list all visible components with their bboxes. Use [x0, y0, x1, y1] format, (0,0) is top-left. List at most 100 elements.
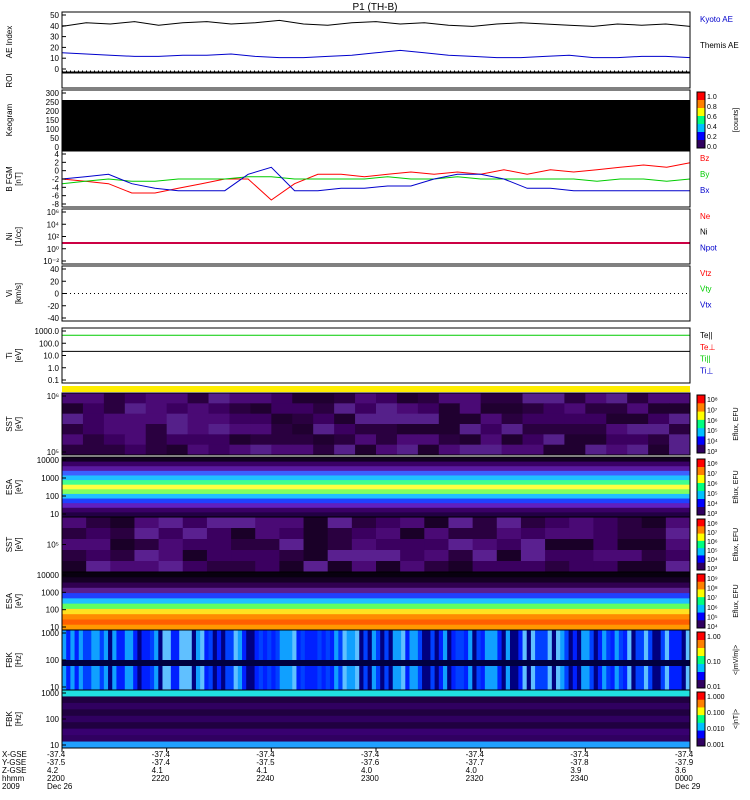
sst-elec-cell — [351, 561, 377, 573]
footer-row-label: 2009 — [2, 782, 20, 791]
ytick-esa_e: 100 — [46, 606, 60, 615]
sst-elec-cell — [158, 550, 184, 562]
sst-ion-cell — [271, 434, 293, 446]
sst-elec-cell — [569, 561, 594, 573]
colorbar-esa_e — [697, 574, 705, 583]
sst-elec-cell — [279, 550, 305, 562]
esa-ion-band — [62, 498, 690, 504]
colorbar-fbk_b — [697, 738, 705, 747]
legend-ni: Ni — [700, 228, 708, 237]
ytick-keogram: 150 — [46, 116, 60, 125]
sst-ion-cell — [187, 403, 210, 415]
sst-ion-cell — [585, 434, 607, 446]
colorbar-sst_e — [697, 540, 705, 549]
esa-elec-band — [62, 572, 690, 578]
sst-elec-cell — [62, 517, 87, 529]
keogram-fill — [62, 100, 690, 150]
colorbar-keogram — [697, 108, 705, 117]
quality-flag-bar — [62, 386, 690, 392]
colorbar-tick-esa_e: 10⁸ — [707, 586, 718, 593]
sst-ion-cell — [396, 403, 419, 415]
sst-elec-cell — [86, 517, 111, 529]
esa-elec-band — [62, 614, 690, 620]
sst-ion-cell — [124, 393, 147, 404]
fbk-b-band — [62, 728, 690, 736]
ytick-fbk_e: 100 — [46, 656, 60, 665]
ytick-ae: 20 — [50, 43, 59, 52]
legend-ti: Te⊥ — [700, 343, 715, 352]
colorbar-tick-esa_i: 10⁴ — [707, 501, 718, 508]
sst-elec-cell — [641, 561, 667, 573]
sst-ion-cell — [501, 413, 524, 425]
colorbar-sst_i — [697, 436, 705, 446]
sst-ion-cell — [648, 393, 670, 404]
sst-ion-cell — [124, 403, 147, 415]
colorbar-tick-sst_i: 10⁵ — [707, 428, 718, 435]
sst-elec-cell — [617, 539, 643, 551]
ytick-esa_e: 1000 — [41, 588, 59, 597]
sst-elec-cell — [327, 539, 353, 551]
sst-ion-cell — [606, 424, 628, 435]
sst-elec-cell — [496, 561, 522, 573]
sst-elec-cell — [545, 517, 570, 529]
sst-elec-cell — [231, 550, 256, 562]
colorbar-tick-sst_i: 10³ — [707, 449, 718, 456]
sst-elec-cell — [424, 561, 449, 573]
sst-ion-cell — [480, 403, 503, 415]
sst-elec-cell — [520, 550, 546, 562]
sst-ion-cell — [124, 413, 147, 425]
sst-elec-cell — [665, 517, 691, 529]
esa-ion-band — [62, 507, 690, 513]
colorbar-sst_i — [697, 403, 705, 413]
sst-elec-cell — [448, 550, 474, 562]
sst-ion-cell — [334, 413, 356, 425]
ylabel-esa_e: ESA — [5, 592, 14, 609]
ytick-keogram: 200 — [46, 107, 60, 116]
fbk-b-band — [62, 709, 690, 717]
legend-vi: Vty — [700, 285, 712, 294]
sst-elec-cell — [472, 550, 498, 562]
sst-elec-cell — [134, 539, 160, 551]
sst-ion-cell — [334, 444, 356, 456]
sst-ion-cell — [229, 413, 251, 425]
ytick-ti: 10.0 — [43, 352, 59, 361]
sst-elec-cell — [376, 528, 401, 540]
colorbar-esa_i — [697, 499, 705, 508]
sst-elec-cell — [376, 517, 401, 529]
sst-ion-cell — [271, 403, 293, 415]
sst-ion-cell — [292, 444, 314, 456]
sst-ion-cell — [62, 393, 84, 404]
sst-elec-cell — [182, 550, 208, 562]
colorbar-tick-sst_e: 10³ — [707, 566, 718, 573]
sst-ion-cell — [166, 393, 189, 404]
sst-ion-cell — [522, 424, 544, 435]
sst-elec-cell — [110, 528, 135, 540]
ylabel-fbk_b: [Hz] — [14, 712, 23, 726]
colorbar-tick-esa_e: 10⁷ — [707, 595, 718, 602]
sst-ion-cell — [459, 403, 482, 415]
sst-elec-cell — [182, 539, 208, 551]
colorbar-tick-fbk_b: 1.000 — [707, 694, 725, 701]
sst-ion-cell — [627, 413, 649, 425]
colorbar-tick-esa_e: 10⁴ — [707, 624, 718, 631]
sst-elec-cell — [206, 517, 232, 529]
sst-ion-cell — [438, 434, 461, 446]
sst-elec-cell — [520, 517, 546, 529]
colorbar-esa_e — [697, 589, 705, 598]
sst-elec-cell — [545, 550, 570, 562]
colorbar-sst_e — [697, 548, 705, 556]
fbk-b-band — [62, 735, 690, 743]
ytick-esa_i: 10 — [50, 510, 59, 519]
esa-elec-band — [62, 598, 690, 605]
ytick-ni: 10⁶ — [47, 208, 59, 217]
colorbar-fbk_b — [697, 707, 705, 716]
sst-ion-cell — [501, 393, 524, 404]
sst-elec-cell — [617, 528, 643, 540]
sst-ion-cell — [208, 403, 230, 415]
ephemeris-footer: X-GSEY-GSEZ-GSEhhmm2009-37.4-37.54.22200… — [2, 748, 701, 791]
sst-elec-cell — [303, 561, 329, 573]
sst-ion-cell — [229, 403, 251, 415]
sst-ion-cell — [669, 424, 691, 435]
sst-ion-cell — [145, 434, 168, 446]
colorbar-esa_e — [697, 604, 705, 614]
